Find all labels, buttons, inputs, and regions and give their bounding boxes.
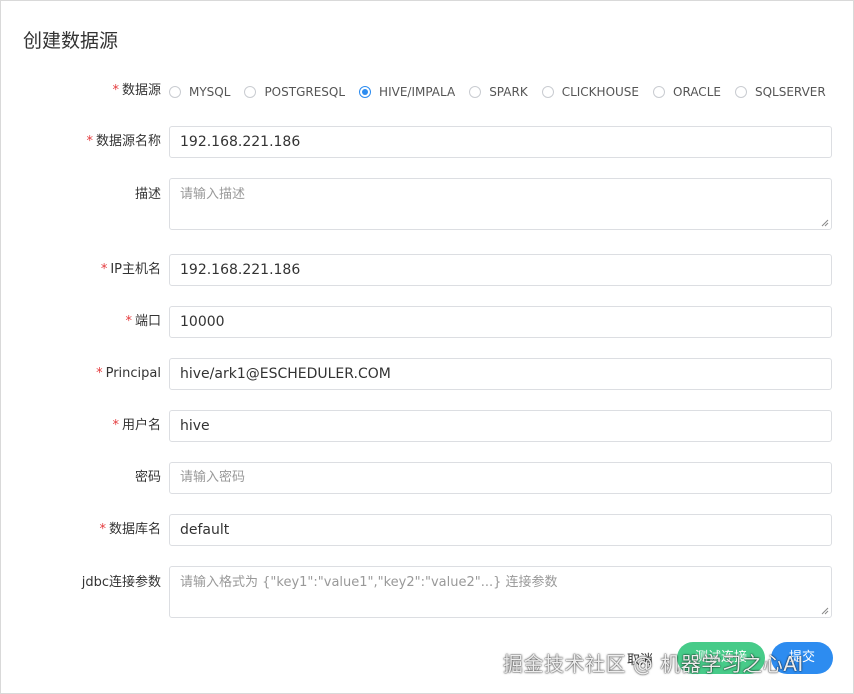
port-input[interactable]: 10000 (169, 306, 832, 338)
datasource-type-radio-group: MYSQL POSTGRESQL HIVE/IMPALA SPARK CLICK… (169, 83, 840, 101)
database-input[interactable]: default (169, 514, 832, 546)
radio-circle-icon (734, 86, 747, 98)
principal-input[interactable]: hive/ark1@ESCHEDULER.COM (169, 358, 832, 390)
datasource-type-label: 数据源 (121, 83, 161, 98)
description-placeholder: 请输入描述 (180, 187, 246, 202)
host-label: IP主机名 (110, 262, 161, 277)
required-mark: * (112, 83, 119, 98)
radio-spark[interactable]: SPARK (469, 85, 528, 99)
jdbc-params-placeholder: 请输入格式为 {"key1":"value1","key2":"value2".… (180, 575, 558, 590)
jdbc-params-textarea[interactable]: 请输入格式为 {"key1":"value1","key2":"value2".… (169, 566, 832, 618)
username-input[interactable]: hive (169, 410, 832, 442)
required-mark: * (99, 522, 106, 537)
radio-mysql[interactable]: MYSQL (169, 85, 230, 99)
datasource-name-input[interactable]: 192.168.221.186 (169, 126, 832, 158)
radio-circle-icon (169, 86, 181, 98)
radio-oracle[interactable]: ORACLE (653, 85, 721, 99)
principal-label: Principal (105, 366, 161, 381)
radio-checked-icon (359, 86, 372, 98)
watermark: 掘金技术社区 @ 机器学习之心AI (503, 652, 804, 676)
password-label: 密码 (134, 470, 161, 485)
resize-handle-icon[interactable] (821, 607, 829, 615)
radio-clickhouse[interactable]: CLICKHOUSE (541, 85, 639, 99)
radio-postgresql[interactable]: POSTGRESQL (244, 85, 345, 99)
description-label: 描述 (134, 187, 161, 202)
radio-hive-impala[interactable]: HIVE/IMPALA (359, 85, 455, 99)
required-mark: * (125, 314, 132, 329)
host-input[interactable]: 192.168.221.186 (169, 254, 832, 286)
resize-handle-icon[interactable] (821, 219, 829, 227)
jdbc-params-label: jdbc连接参数 (81, 575, 161, 590)
required-mark: * (86, 134, 93, 149)
database-label: 数据库名 (108, 522, 161, 537)
datasource-name-label: 数据源名称 (95, 134, 161, 149)
radio-sqlserver[interactable]: SQLSERVER (734, 85, 826, 99)
radio-circle-icon (653, 86, 666, 98)
radio-circle-icon (469, 86, 482, 98)
create-datasource-dialog: 创建数据源 * 数据源 MYSQL POSTGRESQL HIVE/IMPALA … (0, 0, 854, 694)
port-label: 端口 (134, 314, 161, 329)
radio-circle-icon (244, 86, 257, 98)
required-mark: * (96, 366, 103, 381)
radio-circle-icon (541, 86, 554, 98)
required-mark: * (100, 262, 108, 277)
dialog-title: 创建数据源 (23, 30, 119, 52)
required-mark: * (112, 418, 119, 433)
password-input[interactable]: 请输入密码 (169, 462, 832, 494)
description-textarea[interactable]: 请输入描述 (169, 178, 832, 230)
username-label: 用户名 (121, 418, 161, 433)
